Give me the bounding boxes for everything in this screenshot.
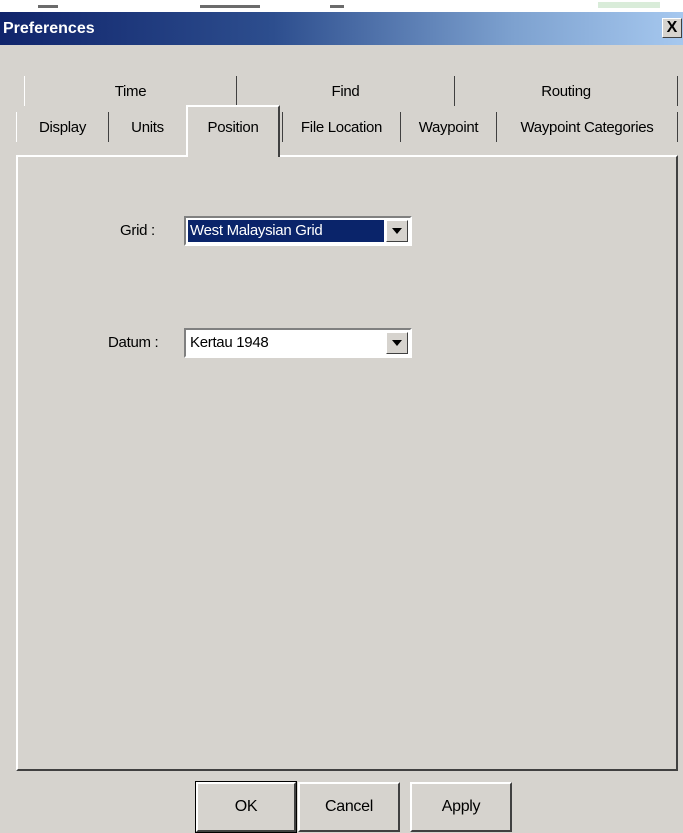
background-strip: [0, 0, 683, 12]
tab-find[interactable]: Find: [236, 76, 454, 106]
datum-dropdown-button[interactable]: [386, 332, 408, 354]
tab-units[interactable]: Units: [108, 112, 186, 142]
cancel-button[interactable]: Cancel: [298, 782, 400, 832]
grid-label: Grid :: [120, 222, 155, 239]
ok-button[interactable]: OK: [195, 781, 297, 833]
apply-button[interactable]: Apply: [410, 782, 512, 832]
grid-dropdown-button[interactable]: [386, 220, 408, 242]
close-button[interactable]: X: [662, 18, 682, 38]
tab-file-location[interactable]: File Location: [282, 112, 400, 142]
background-mark: [330, 5, 344, 8]
background-highlight: [598, 2, 660, 8]
apply-button-label: Apply: [441, 798, 481, 815]
tab-waypoint[interactable]: Waypoint: [400, 112, 496, 142]
tab-waypoint-categories-label: Waypoint Categories: [520, 118, 654, 136]
datum-label: Datum :: [108, 334, 159, 351]
ok-button-label: OK: [234, 798, 258, 815]
preferences-dialog: Preferences X Time Find Routing Display …: [0, 12, 683, 833]
tab-routing[interactable]: Routing: [454, 76, 678, 106]
chevron-down-icon: [392, 340, 402, 346]
tab-position-label: Position: [207, 119, 259, 136]
background-mark: [38, 5, 58, 8]
cancel-button-label: Cancel: [324, 798, 373, 815]
tab-position[interactable]: Position: [186, 105, 280, 157]
tab-waypoint-label: Waypoint: [418, 118, 479, 136]
title-bar[interactable]: Preferences X: [0, 12, 683, 45]
tab-time[interactable]: Time: [24, 76, 236, 106]
position-panel: [16, 155, 678, 771]
grid-dropdown[interactable]: West Malaysian Grid: [184, 216, 412, 246]
tab-display[interactable]: Display: [16, 112, 108, 142]
datum-dropdown[interactable]: Kertau 1948: [184, 328, 412, 358]
grid-value: West Malaysian Grid: [188, 220, 384, 242]
tab-time-label: Time: [114, 82, 147, 100]
datum-value: Kertau 1948: [190, 334, 269, 351]
tab-find-label: Find: [331, 82, 360, 100]
tab-waypoint-categories[interactable]: Waypoint Categories: [496, 112, 678, 142]
tab-routing-label: Routing: [541, 82, 591, 100]
tab-display-label: Display: [38, 118, 87, 136]
background-mark: [200, 5, 260, 8]
tab-file-location-label: File Location: [300, 118, 383, 136]
window-title: Preferences: [3, 20, 95, 37]
close-icon: X: [666, 19, 678, 36]
chevron-down-icon: [392, 228, 402, 234]
tab-units-label: Units: [131, 118, 164, 136]
